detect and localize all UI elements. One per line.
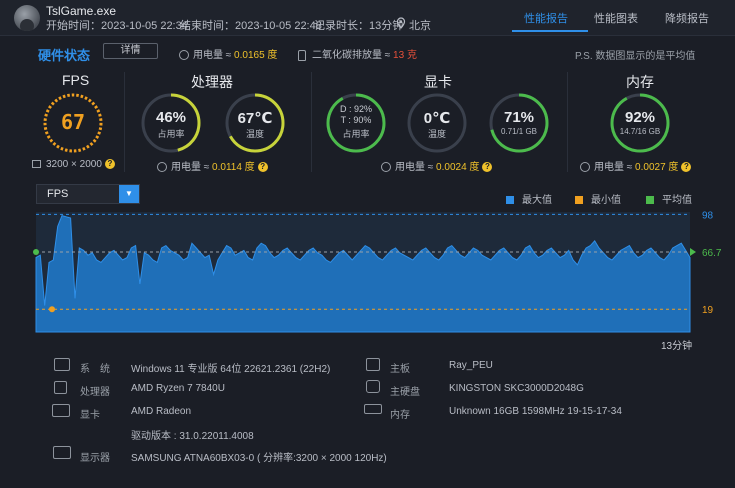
disk-label: 主硬盘 [390, 387, 420, 398]
cpu-label: 处理器 [80, 387, 110, 398]
cpu-temp-value: 67℃ [237, 110, 273, 127]
app-name: TslGame.exe [46, 4, 117, 18]
legend-avg: 平均值 [646, 191, 692, 206]
mem-value: Unknown 16GB 1598MHz 19-15-17-34 [449, 406, 622, 417]
memory-stick-icon [364, 404, 382, 414]
cpu-chip-icon [54, 381, 67, 394]
board-label: 主板 [390, 364, 410, 375]
memory-title: 内存 [626, 74, 654, 90]
gpu-temp-gauge: 0℃ 温度 [406, 92, 468, 154]
display-monitor-icon [53, 446, 71, 459]
os-label: 系 统 [80, 364, 110, 375]
location: 北京 [409, 20, 431, 32]
disk-icon [366, 380, 380, 393]
tab-performance-report[interactable]: 性能报告 [524, 10, 568, 26]
fps-gauge: 67 [42, 92, 104, 154]
start-time: 开始时间：2023-10-05 22:34 [46, 20, 188, 32]
monitor-icon [32, 160, 41, 169]
gpu-power: 用电量 ≈ 0.0024 度? [381, 158, 493, 173]
cpu-usage-value: 46% [155, 109, 187, 126]
tab-performance-chart[interactable]: 性能图表 [594, 10, 638, 26]
chevron-down-icon[interactable]: ▼ [119, 185, 139, 203]
legend-min: 最小值 [575, 191, 621, 206]
cpu-usage-label: 占用率 [157, 129, 185, 139]
fps-resolution: 3200 × 2000? [32, 159, 115, 170]
end-time: 结束时间：2023-10-05 22:48 [180, 20, 322, 32]
gpu-usage-gauge: D : 92% T : 90% 占用率 [325, 92, 387, 154]
record-duration: 记录时长：13分钟 [314, 20, 404, 32]
details-button[interactable]: 详情 [103, 43, 158, 59]
gpu-label: 显卡 [80, 410, 100, 421]
divider [567, 72, 568, 172]
cpu-power: 用电量 ≈ 0.0114 度? [157, 158, 268, 173]
memory-power: 用电量 ≈ 0.0027 度? [580, 158, 692, 173]
power-plug-icon [381, 162, 391, 173]
gpu-usage-label: 占用率 [342, 129, 370, 139]
avg-marker [33, 248, 39, 255]
cpu-value: AMD Ryzen 7 7840U [131, 383, 225, 394]
legend-swatch-max [506, 196, 514, 205]
min-marker [49, 306, 55, 313]
metric-select[interactable]: FPS ▼ [36, 184, 140, 204]
divider [124, 72, 125, 172]
max-value-label: 98 [702, 210, 714, 221]
power-plug-icon [580, 162, 590, 173]
legend-swatch-avg [646, 196, 654, 205]
gpu-d-value: D : 92% [339, 104, 372, 114]
legend-swatch-min [575, 196, 583, 205]
os-value: Windows 11 专业版 64位 22621.2361 (22H2) [131, 364, 331, 375]
windows-icon [54, 358, 70, 371]
chart-duration-label: 13分钟 [661, 341, 693, 352]
gpu-t-value: T : 90% [340, 115, 372, 125]
min-value-label: 19 [702, 305, 714, 316]
disk-value: KINGSTON SKC3000D2048G [449, 383, 584, 394]
power-plug-icon [179, 50, 189, 61]
memory-usage-label: 14.7/16 GB [619, 127, 661, 136]
board-value: Ray_PEU [449, 360, 493, 371]
driver-version: 驱动版本 : 31.0.22011.4008 [131, 431, 254, 442]
fps-value: 67 [60, 110, 86, 134]
gpu-memory-gauge: 71% 0.71/1 GB [488, 92, 550, 154]
memory-usage-gauge: 92% 14.7/16 GB [609, 92, 671, 154]
display-value: SAMSUNG ATNA60BX03-0 ( 分辨率:3200 × 2000 1… [131, 453, 387, 464]
hardware-status-title: 硬件状态 [38, 48, 91, 63]
memory-usage-value: 92% [624, 109, 656, 126]
gpu-temp-value: 0℃ [423, 110, 451, 127]
co2-emission: 二氧化碳排放量 ≈ 13 克 [298, 46, 417, 61]
cpu-title: 处理器 [191, 74, 233, 90]
cpu-temp-label: 温度 [245, 129, 264, 139]
power-plug-icon [157, 162, 167, 173]
motherboard-icon [366, 358, 380, 371]
gpu-value: AMD Radeon [131, 406, 192, 417]
avg-arrow-icon [690, 247, 696, 256]
help-icon[interactable]: ? [104, 159, 115, 170]
total-power: 用电量 ≈ 0.0165 度 [179, 46, 277, 61]
app-avatar [14, 5, 40, 31]
help-icon[interactable]: ? [681, 162, 692, 173]
average-note: P.S. 数据图显示的是平均值 [575, 51, 696, 62]
tab-throttle-report[interactable]: 降频报告 [665, 10, 709, 26]
help-icon[interactable]: ? [257, 162, 268, 173]
gpu-title: 显卡 [424, 74, 452, 90]
fps-chart: 98 66.7 19 [33, 210, 722, 333]
fps-title: FPS [62, 72, 90, 88]
co2-icon [298, 49, 306, 61]
help-icon[interactable]: ? [482, 162, 493, 173]
avg-value-label: 66.7 [702, 248, 722, 259]
gpu-temp-label: 温度 [427, 129, 446, 139]
display-label: 显示器 [80, 453, 110, 464]
mem-label: 内存 [390, 410, 410, 421]
divider [311, 72, 312, 172]
gpu-memory-value: 71% [503, 109, 535, 126]
cpu-temp-gauge: 67℃ 温度 [224, 92, 286, 154]
legend-max: 最大值 [506, 191, 552, 206]
active-tab-indicator [512, 30, 588, 32]
cpu-usage-gauge: 46% 占用率 [140, 92, 202, 154]
gpu-memory-label: 0.71/1 GB [500, 127, 538, 136]
location-pin-icon [396, 17, 406, 29]
gpu-card-icon [52, 404, 70, 417]
